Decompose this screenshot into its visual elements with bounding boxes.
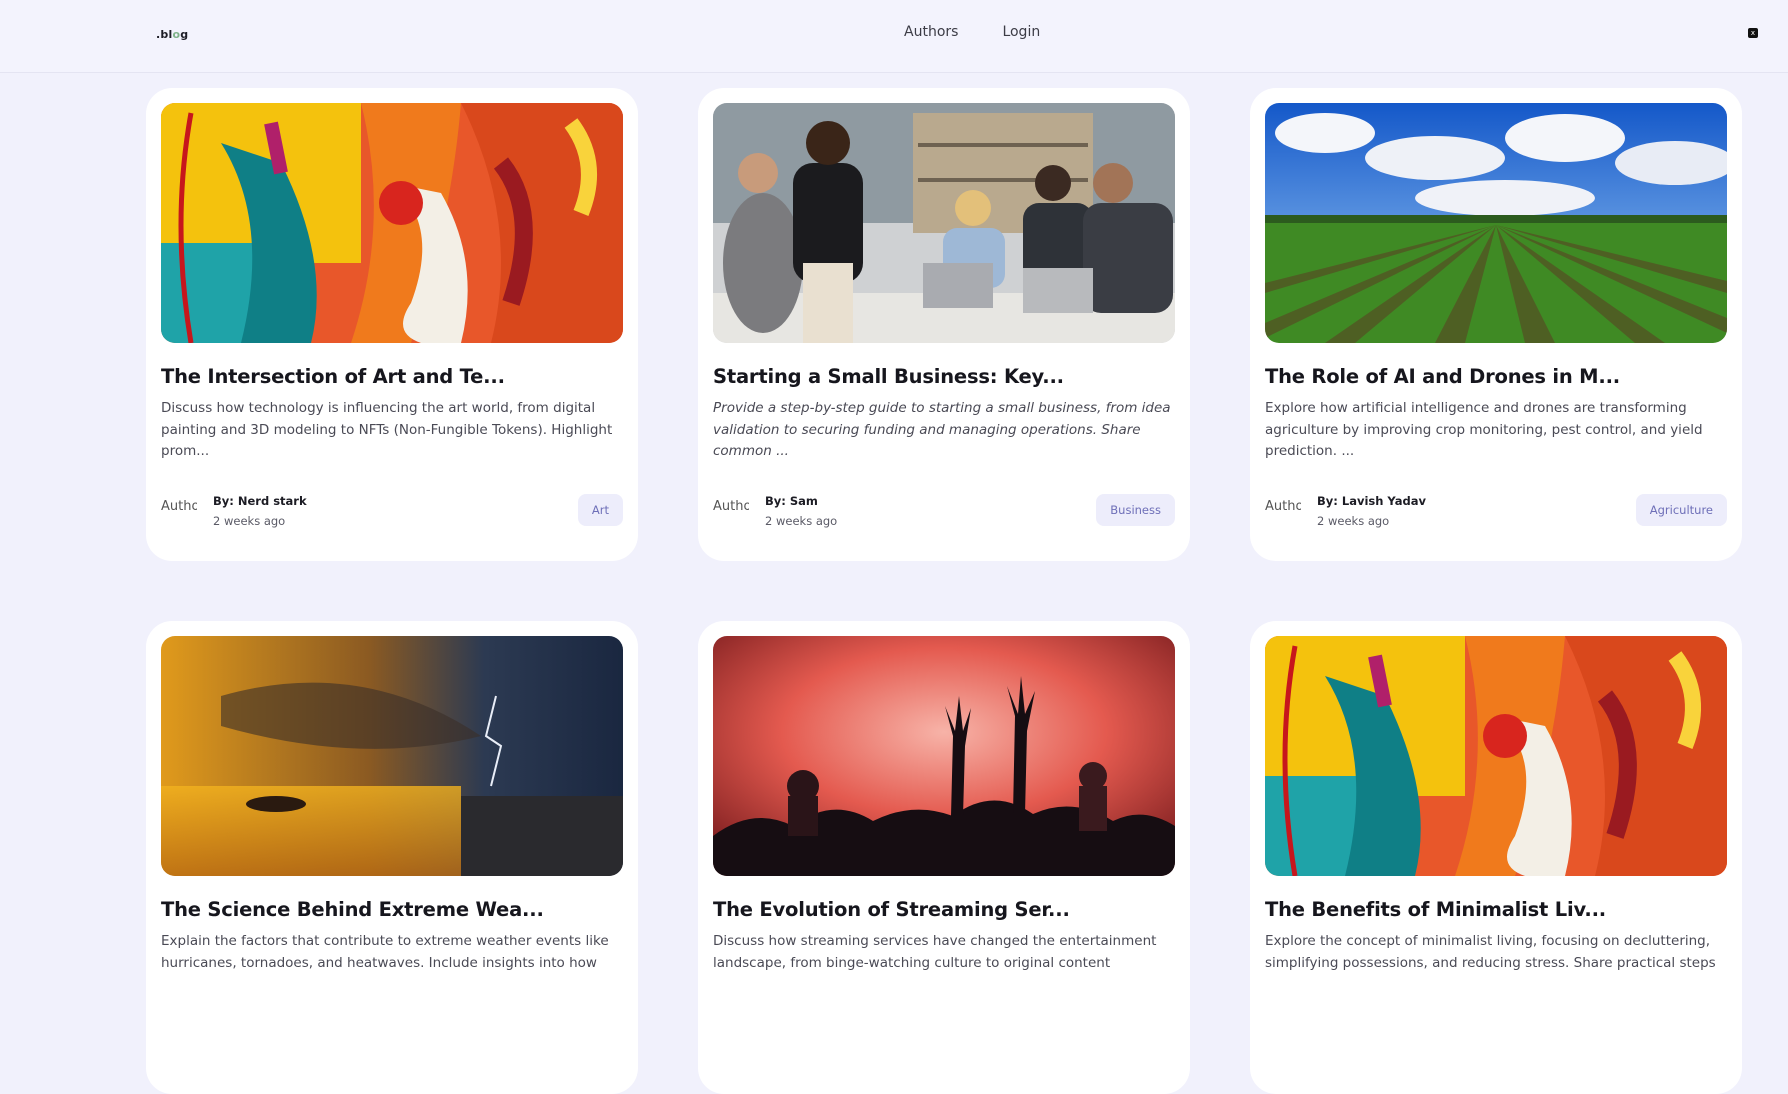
post-card[interactable]: The Intersection of Art and Te... Discus…	[146, 88, 638, 561]
post-description: Provide a step-by-step guide to starting…	[713, 400, 1171, 459]
post-meta: Author By: Nerd stark 2 weeks ago Art	[161, 494, 623, 538]
nav-link-authors[interactable]: Authors	[904, 24, 958, 40]
theme-toggle-button[interactable]: x	[1748, 28, 1758, 38]
author-avatar: Author	[161, 499, 197, 514]
post-title[interactable]: Starting a Small Business: Key...	[713, 365, 1175, 388]
post-image-concert-crowd[interactable]	[713, 636, 1175, 876]
post-image-abstract-painting[interactable]	[1265, 636, 1727, 876]
post-description: Discuss how technology is influencing th…	[161, 400, 613, 459]
post-description: Discuss how streaming services have chan…	[713, 933, 1157, 971]
post-image-business-meeting[interactable]	[713, 103, 1175, 343]
post-description: Explore how artificial intelligence and …	[1265, 400, 1703, 459]
main-nav: Authors Login	[904, 24, 1040, 40]
post-title[interactable]: The Evolution of Streaming Ser...	[713, 898, 1175, 921]
post-title[interactable]: The Science Behind Extreme Wea...	[161, 898, 623, 921]
post-card[interactable]: The Benefits of Minimalist Liv... Explor…	[1250, 621, 1742, 1094]
post-card[interactable]: The Evolution of Streaming Ser... Discus…	[698, 621, 1190, 1094]
post-card[interactable]: The Science Behind Extreme Wea... Explai…	[146, 621, 638, 1094]
author-name[interactable]: By: Sam	[765, 494, 818, 508]
post-time: 2 weeks ago	[213, 514, 286, 528]
post-grid: The Intersection of Art and Te... Discus…	[146, 88, 1742, 1094]
post-image-crop-field[interactable]	[1265, 103, 1727, 343]
post-meta: Author By: Lavish Yadav 2 weeks ago Agri…	[1265, 494, 1727, 538]
post-time: 2 weeks ago	[765, 514, 838, 528]
author-avatar: Author	[713, 499, 749, 514]
author-avatar: Author	[1265, 499, 1301, 514]
post-description: Explain the factors that contribute to e…	[161, 933, 609, 971]
post-time: 2 weeks ago	[1317, 514, 1390, 528]
post-title[interactable]: The Intersection of Art and Te...	[161, 365, 623, 388]
post-image-abstract-painting[interactable]	[161, 103, 623, 343]
author-name[interactable]: By: Nerd stark	[213, 494, 307, 508]
logo-text-prefix: .bl	[156, 28, 173, 41]
post-card[interactable]: The Role of AI and Drones in M... Explor…	[1250, 88, 1742, 561]
post-title[interactable]: The Benefits of Minimalist Liv...	[1265, 898, 1727, 921]
author-name[interactable]: By: Lavish Yadav	[1317, 494, 1426, 508]
post-meta: Author By: Sam 2 weeks ago Business	[713, 494, 1175, 538]
post-image-storm-sunset[interactable]	[161, 636, 623, 876]
category-tag[interactable]: Art	[577, 494, 623, 526]
site-logo[interactable]: .blog	[156, 28, 188, 41]
post-card[interactable]: Starting a Small Business: Key... Provid…	[698, 88, 1190, 561]
category-tag[interactable]: Business	[1096, 494, 1175, 526]
nav-link-login[interactable]: Login	[1002, 24, 1040, 40]
top-navbar: .blog Authors Login x	[0, 0, 1788, 73]
post-description: Explore the concept of minimalist living…	[1265, 933, 1716, 971]
logo-text-suffix: g	[180, 28, 189, 41]
post-title[interactable]: The Role of AI and Drones in M...	[1265, 365, 1727, 388]
category-tag[interactable]: Agriculture	[1635, 494, 1727, 526]
